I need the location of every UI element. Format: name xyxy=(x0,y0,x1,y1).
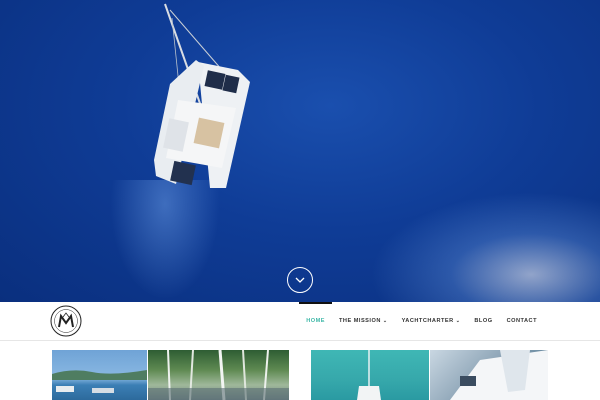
nav-item-blog[interactable]: BLOG xyxy=(467,302,499,340)
scroll-down-button[interactable] xyxy=(287,267,313,293)
nav-item-label: YACHTCHARTER xyxy=(401,318,454,324)
nav-item-yachtcharter[interactable]: YACHTCHARTER ⌄ xyxy=(395,302,468,340)
photo-gallery xyxy=(0,350,600,400)
gallery-tile-coast[interactable] xyxy=(52,350,147,400)
nav-item-label: HOME xyxy=(306,318,325,324)
nav-item-label: CONTACT xyxy=(506,318,537,324)
nav-item-home[interactable]: HOME xyxy=(299,302,332,340)
nav-item-the-mission[interactable]: THE MISSION ⌄ xyxy=(332,302,395,340)
gallery-tile-marina[interactable] xyxy=(148,350,289,400)
marina-masts-photo xyxy=(148,350,289,400)
catamaran-image xyxy=(154,3,250,188)
logo-m-seal-icon[interactable] xyxy=(50,305,82,337)
main-navbar: HOME THE MISSION ⌄ YACHTCHARTER ⌄ BLOG C… xyxy=(0,302,600,341)
gallery-tile-catamaran[interactable] xyxy=(311,350,429,400)
primary-navigation: HOME THE MISSION ⌄ YACHTCHARTER ⌄ BLOG C… xyxy=(299,302,544,340)
chevron-down-icon: ⌄ xyxy=(455,318,461,324)
chevron-down-icon: ⌄ xyxy=(382,318,388,324)
coast-photo xyxy=(52,370,147,393)
chevron-down-icon xyxy=(295,277,305,283)
gallery-tile-yacht-deck[interactable] xyxy=(430,350,548,400)
hero-banner xyxy=(0,0,600,302)
nav-item-label: THE MISSION xyxy=(339,318,381,324)
nav-item-contact[interactable]: CONTACT xyxy=(500,302,544,340)
yacht-deck-photo xyxy=(450,350,548,400)
catamaran-turquoise-photo xyxy=(357,350,381,400)
nav-item-label: BLOG xyxy=(474,318,493,324)
